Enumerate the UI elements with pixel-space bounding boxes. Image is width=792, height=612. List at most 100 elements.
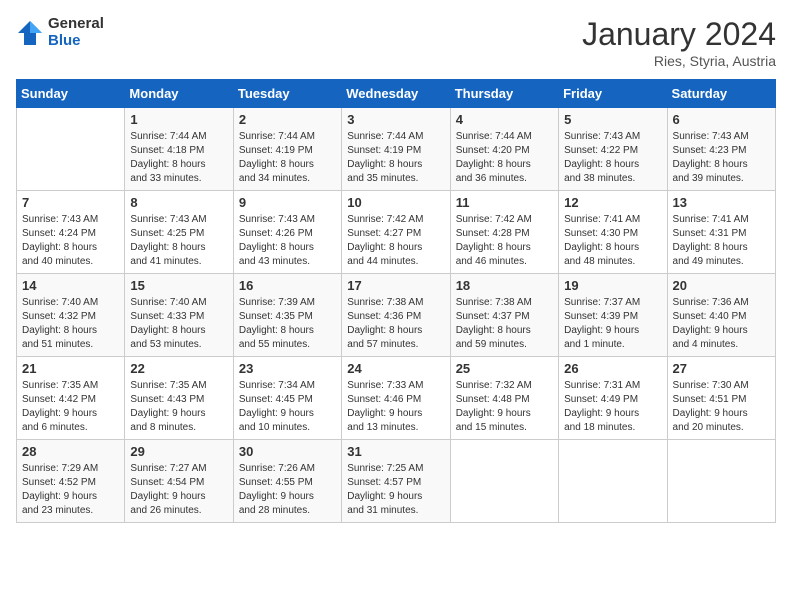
calendar-cell: 27 Sunrise: 7:30 AM Sunset: 4:51 PM Dayli… — [667, 357, 775, 440]
day-info: Sunrise: 7:38 AM Sunset: 4:36 PM Dayligh… — [347, 296, 444, 352]
logo: General Blue — [16, 16, 104, 49]
calendar-cell: 4 Sunrise: 7:44 AM Sunset: 4:20 PM Daylig… — [450, 108, 558, 191]
calendar-week-5: 28Sunrise: 7:29 AM Sunset: 4:52 PM Dayli… — [17, 440, 776, 523]
calendar-cell: 30Sunrise: 7:26 AM Sunset: 4:55 PM Dayli… — [233, 440, 341, 523]
calendar-cell: 22 Sunrise: 7:35 AM Sunset: 4:43 PM Dayli… — [125, 357, 233, 440]
day-number: 26 — [564, 361, 661, 376]
calendar-cell: 2 Sunrise: 7:44 AM Sunset: 4:19 PM Daylig… — [233, 108, 341, 191]
title-block: January 2024 Ries, Styria, Austria — [582, 16, 776, 69]
calendar-cell: 10 Sunrise: 7:42 AM Sunset: 4:27 PM Dayli… — [342, 191, 450, 274]
day-number: 24 — [347, 361, 444, 376]
day-info: Sunrise: 7:34 AM Sunset: 4:45 PM Dayligh… — [239, 379, 336, 435]
day-info: Sunrise: 7:33 AM Sunset: 4:46 PM Dayligh… — [347, 379, 444, 435]
calendar-week-1: 1Sunrise: 7:44 AM Sunset: 4:18 PM Daylig… — [17, 108, 776, 191]
day-number: 21 — [22, 361, 119, 376]
day-number: 25 — [456, 361, 553, 376]
logo-icon — [16, 19, 44, 47]
calendar-cell: 16 Sunrise: 7:39 AM Sunset: 4:35 PM Dayli… — [233, 274, 341, 357]
calendar-cell: 24 Sunrise: 7:33 AM Sunset: 4:46 PM Dayli… — [342, 357, 450, 440]
day-info: Sunrise: 7:43 AM Sunset: 4:23 PM Dayligh… — [673, 130, 770, 186]
day-info: Sunrise: 7:40 AM Sunset: 4:32 PM Dayligh… — [22, 296, 119, 352]
weekday-header-thursday: Thursday — [450, 80, 558, 108]
page-header: General Blue January 2024 Ries, Styria, … — [16, 16, 776, 69]
day-number: 9 — [239, 195, 336, 210]
calendar-cell: 18Sunrise: 7:38 AM Sunset: 4:37 PM Dayli… — [450, 274, 558, 357]
day-info: Sunrise: 7:42 AM Sunset: 4:28 PM Dayligh… — [456, 213, 553, 269]
day-info: Sunrise: 7:44 AM Sunset: 4:20 PM Dayligh… — [456, 130, 553, 186]
weekday-header-friday: Friday — [559, 80, 667, 108]
day-number: 12 — [564, 195, 661, 210]
day-number: 10 — [347, 195, 444, 210]
calendar-cell: 31Sunrise: 7:25 AM Sunset: 4:57 PM Dayli… — [342, 440, 450, 523]
day-info: Sunrise: 7:29 AM Sunset: 4:52 PM Dayligh… — [22, 462, 119, 518]
day-number: 5 — [564, 112, 661, 127]
logo-general-text: General — [48, 16, 104, 33]
weekday-header-monday: Monday — [125, 80, 233, 108]
day-info: Sunrise: 7:43 AM Sunset: 4:24 PM Dayligh… — [22, 213, 119, 269]
weekday-header-sunday: Sunday — [17, 80, 125, 108]
calendar-cell — [559, 440, 667, 523]
calendar-cell: 17 Sunrise: 7:38 AM Sunset: 4:36 PM Dayli… — [342, 274, 450, 357]
calendar-cell — [17, 108, 125, 191]
calendar-cell: 7 Sunrise: 7:43 AM Sunset: 4:24 PM Daylig… — [17, 191, 125, 274]
day-number: 30 — [239, 444, 336, 459]
day-number: 23 — [239, 361, 336, 376]
day-number: 18 — [456, 278, 553, 293]
calendar-cell: 3 Sunrise: 7:44 AM Sunset: 4:19 PM Daylig… — [342, 108, 450, 191]
day-number: 29 — [130, 444, 227, 459]
day-info: Sunrise: 7:35 AM Sunset: 4:42 PM Dayligh… — [22, 379, 119, 435]
logo-text: General Blue — [48, 16, 104, 49]
calendar-cell: 19 Sunrise: 7:37 AM Sunset: 4:39 PM Dayli… — [559, 274, 667, 357]
day-number: 6 — [673, 112, 770, 127]
day-info: Sunrise: 7:44 AM Sunset: 4:19 PM Dayligh… — [239, 130, 336, 186]
day-number: 22 — [130, 361, 227, 376]
day-info: Sunrise: 7:36 AM Sunset: 4:40 PM Dayligh… — [673, 296, 770, 352]
calendar-title: January 2024 — [582, 16, 776, 53]
calendar-table: SundayMondayTuesdayWednesdayThursdayFrid… — [16, 79, 776, 523]
weekday-header-tuesday: Tuesday — [233, 80, 341, 108]
day-info: Sunrise: 7:37 AM Sunset: 4:39 PM Dayligh… — [564, 296, 661, 352]
day-info: Sunrise: 7:40 AM Sunset: 4:33 PM Dayligh… — [130, 296, 227, 352]
day-info: Sunrise: 7:27 AM Sunset: 4:54 PM Dayligh… — [130, 462, 227, 518]
day-info: Sunrise: 7:30 AM Sunset: 4:51 PM Dayligh… — [673, 379, 770, 435]
day-number: 20 — [673, 278, 770, 293]
day-number: 27 — [673, 361, 770, 376]
day-number: 17 — [347, 278, 444, 293]
day-number: 14 — [22, 278, 119, 293]
calendar-week-2: 7 Sunrise: 7:43 AM Sunset: 4:24 PM Daylig… — [17, 191, 776, 274]
day-number: 4 — [456, 112, 553, 127]
calendar-cell: 12 Sunrise: 7:41 AM Sunset: 4:30 PM Dayli… — [559, 191, 667, 274]
day-number: 16 — [239, 278, 336, 293]
day-number: 19 — [564, 278, 661, 293]
day-number: 1 — [130, 112, 227, 127]
day-number: 3 — [347, 112, 444, 127]
day-number: 8 — [130, 195, 227, 210]
calendar-cell: 13Sunrise: 7:41 AM Sunset: 4:31 PM Dayli… — [667, 191, 775, 274]
calendar-cell: 15Sunrise: 7:40 AM Sunset: 4:33 PM Dayli… — [125, 274, 233, 357]
day-info: Sunrise: 7:41 AM Sunset: 4:30 PM Dayligh… — [564, 213, 661, 269]
calendar-cell: 21 Sunrise: 7:35 AM Sunset: 4:42 PM Dayli… — [17, 357, 125, 440]
day-number: 13 — [673, 195, 770, 210]
calendar-week-3: 14 Sunrise: 7:40 AM Sunset: 4:32 PM Dayli… — [17, 274, 776, 357]
calendar-cell: 5Sunrise: 7:43 AM Sunset: 4:22 PM Daylig… — [559, 108, 667, 191]
day-info: Sunrise: 7:44 AM Sunset: 4:19 PM Dayligh… — [347, 130, 444, 186]
day-number: 2 — [239, 112, 336, 127]
weekday-header-row: SundayMondayTuesdayWednesdayThursdayFrid… — [17, 80, 776, 108]
day-info: Sunrise: 7:43 AM Sunset: 4:26 PM Dayligh… — [239, 213, 336, 269]
day-info: Sunrise: 7:31 AM Sunset: 4:49 PM Dayligh… — [564, 379, 661, 435]
logo-blue-text: Blue — [48, 33, 104, 50]
day-info: Sunrise: 7:25 AM Sunset: 4:57 PM Dayligh… — [347, 462, 444, 518]
day-number: 7 — [22, 195, 119, 210]
weekday-header-saturday: Saturday — [667, 80, 775, 108]
day-info: Sunrise: 7:35 AM Sunset: 4:43 PM Dayligh… — [130, 379, 227, 435]
day-info: Sunrise: 7:39 AM Sunset: 4:35 PM Dayligh… — [239, 296, 336, 352]
calendar-cell: 28Sunrise: 7:29 AM Sunset: 4:52 PM Dayli… — [17, 440, 125, 523]
calendar-cell: 6 Sunrise: 7:43 AM Sunset: 4:23 PM Daylig… — [667, 108, 775, 191]
day-info: Sunrise: 7:42 AM Sunset: 4:27 PM Dayligh… — [347, 213, 444, 269]
calendar-cell — [667, 440, 775, 523]
calendar-cell: 20 Sunrise: 7:36 AM Sunset: 4:40 PM Dayli… — [667, 274, 775, 357]
day-number: 11 — [456, 195, 553, 210]
calendar-cell: 9 Sunrise: 7:43 AM Sunset: 4:26 PM Daylig… — [233, 191, 341, 274]
calendar-cell: 23 Sunrise: 7:34 AM Sunset: 4:45 PM Dayli… — [233, 357, 341, 440]
calendar-cell: 25Sunrise: 7:32 AM Sunset: 4:48 PM Dayli… — [450, 357, 558, 440]
